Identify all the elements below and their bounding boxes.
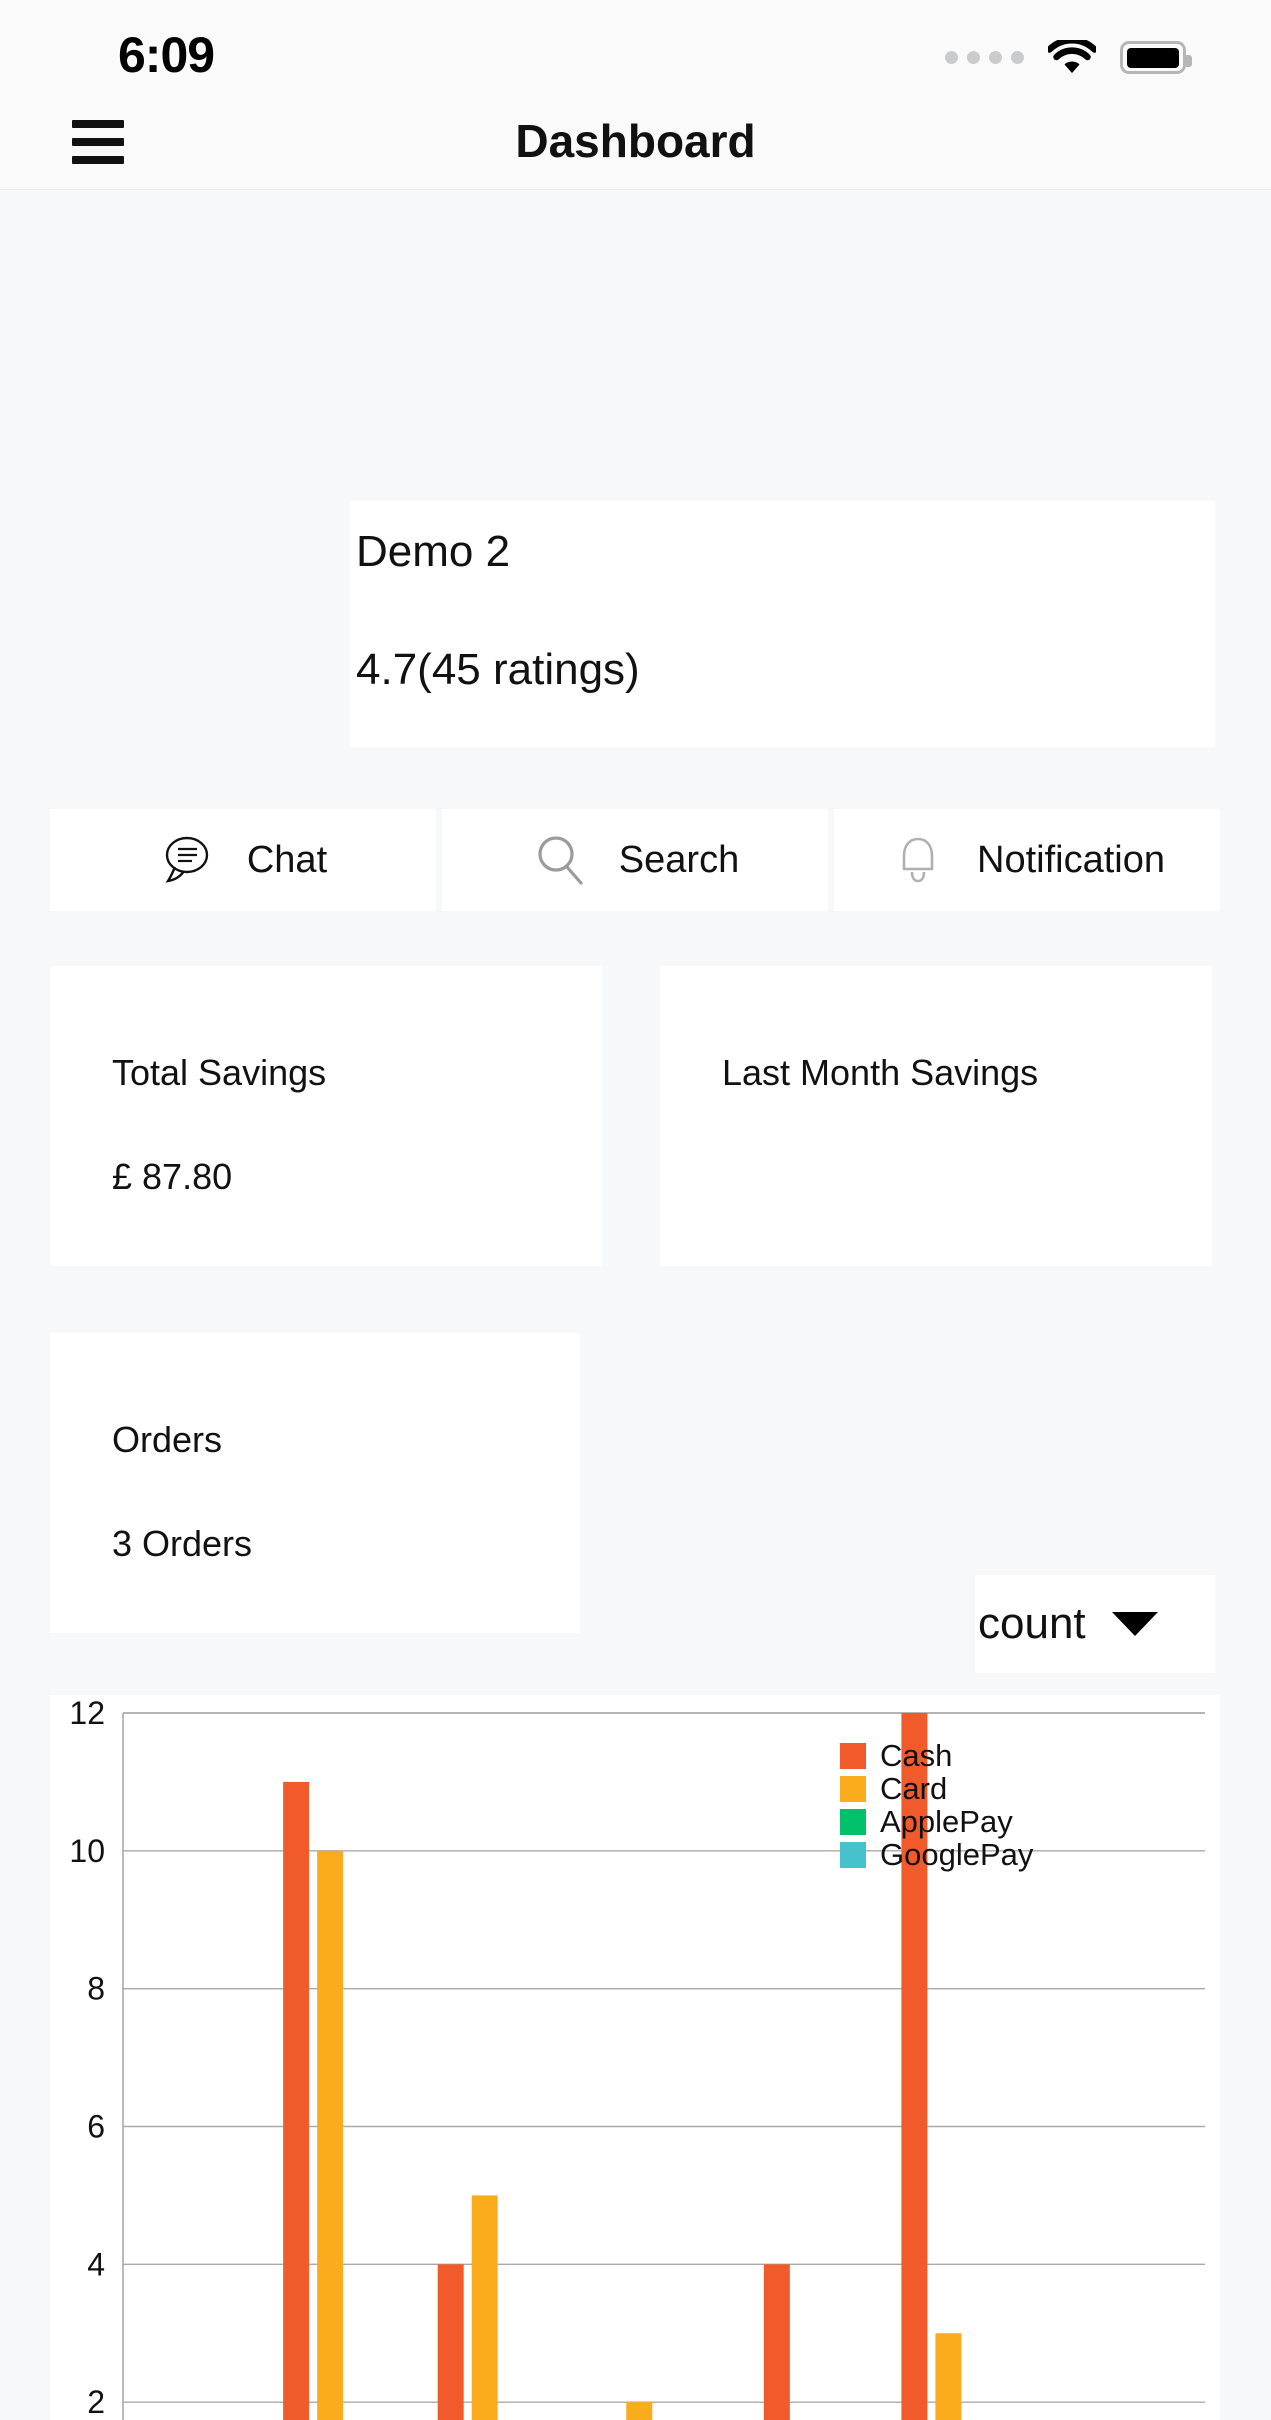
chart-canvas: 024681012SunMonTueWedThuFriSatCashCardAp… [69, 1695, 1205, 2420]
bar-thu-cash [763, 2264, 790, 2420]
bar-wed-card [626, 2402, 653, 2420]
profile-name: Demo 2 [356, 527, 511, 576]
legend-label-card: Card [880, 1771, 947, 1806]
stat-card-last-month-savings: Last Month Savings [660, 966, 1212, 1266]
legend-swatch-cash [840, 1743, 866, 1769]
dropdown-selected-value: count [978, 1599, 1086, 1648]
y-axis-tick-label: 8 [87, 1971, 105, 2007]
action-chat[interactable]: Chat [50, 809, 436, 911]
y-axis-tick-label: 12 [69, 1695, 105, 1731]
y-axis-tick-label: 10 [69, 1833, 105, 1869]
status-time: 6:09 [118, 27, 215, 83]
stat-card-total-savings: Total Savings £ 87.80 [50, 966, 602, 1266]
stat-card-orders: Orders 3 Orders [50, 1333, 580, 1633]
legend-swatch-googlepay [840, 1842, 866, 1868]
bell-icon [889, 831, 947, 889]
bar-mon-cash [283, 1781, 310, 2420]
stat-value: £ 87.80 [112, 1156, 233, 1197]
legend-swatch-card [840, 1776, 866, 1802]
chevron-down-icon [1111, 1612, 1158, 1636]
stat-title: Orders [112, 1419, 223, 1460]
action-notification[interactable]: Notification [834, 809, 1220, 911]
bar-tue-card [471, 2195, 498, 2420]
action-search[interactable]: Search [442, 809, 828, 911]
action-label: Search [618, 838, 740, 881]
page-title: Dashboard [515, 115, 756, 167]
profile-rating: 4.7(45 ratings) [356, 645, 640, 694]
legend-label-cash: Cash [880, 1738, 952, 1773]
chart-metric-dropdown[interactable]: count [975, 1575, 1215, 1673]
bar-mon-card [317, 1850, 344, 2420]
wifi-icon [1046, 37, 1098, 75]
status-bar: 6:09 [0, 0, 1271, 100]
legend-label-googlepay: GooglePay [880, 1837, 1034, 1872]
y-axis-tick-label: 2 [87, 2384, 105, 2420]
signal-dots-icon [945, 51, 1024, 64]
battery-full-icon [1120, 41, 1192, 74]
action-label: Notification [977, 838, 1165, 881]
app-header: Dashboard [0, 100, 1271, 190]
action-label: Chat [246, 838, 328, 881]
y-axis-tick-label: 6 [87, 2109, 105, 2145]
stat-value: 3 Orders [112, 1523, 253, 1564]
status-indicators [945, 37, 1192, 75]
legend-label-applepay: ApplePay [880, 1804, 1013, 1839]
stat-title: Last Month Savings [722, 1052, 1039, 1093]
quick-actions-bar: Chat Search Notification [50, 809, 1220, 911]
profile-card: Demo 2 4.7(45 ratings) [350, 501, 1215, 747]
payments-bar-chart: 024681012SunMonTueWedThuFriSatCashCardAp… [50, 1695, 1220, 2420]
y-axis-tick-label: 4 [87, 2246, 105, 2282]
bar-tue-cash [437, 2264, 464, 2420]
stat-title: Total Savings [112, 1052, 327, 1093]
search-icon [531, 831, 589, 889]
bar-fri-card [935, 2333, 962, 2420]
legend-swatch-applepay [840, 1809, 866, 1835]
chat-bubble-icon [159, 831, 217, 889]
